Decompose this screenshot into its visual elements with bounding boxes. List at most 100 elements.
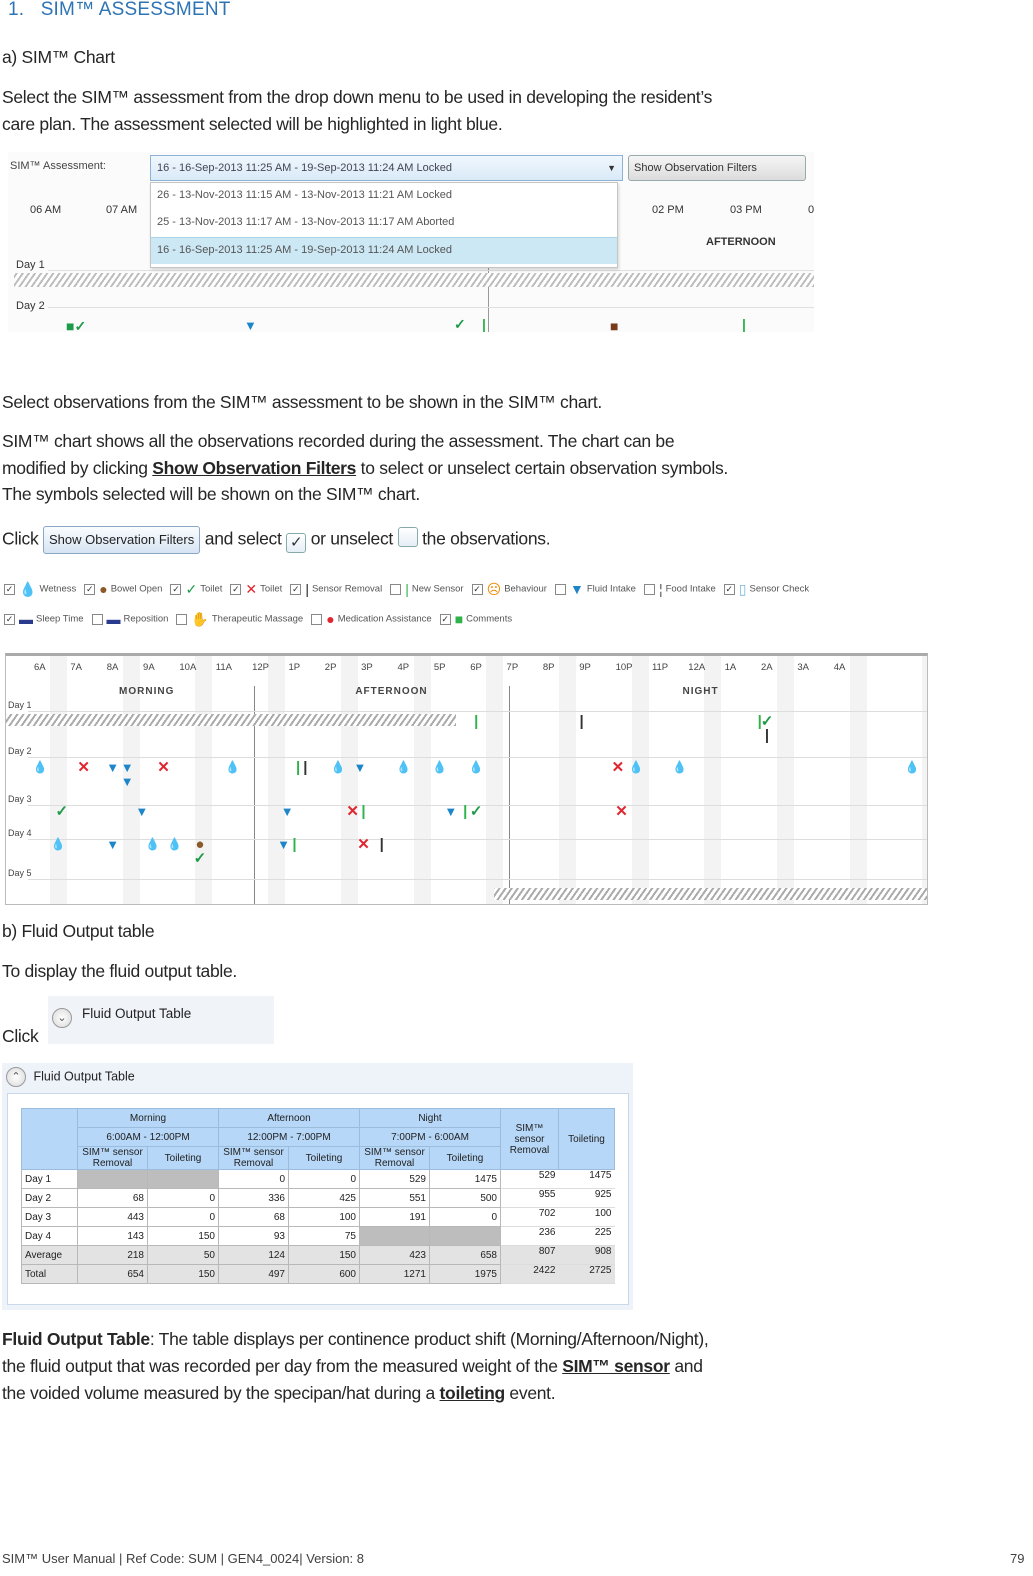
cup-icon[interactable]: ▼ xyxy=(277,837,290,852)
x-tick-label: 10A xyxy=(179,662,197,673)
cup-icon[interactable]: ▼ xyxy=(106,760,119,775)
filter-item[interactable]: ✓ ▬ Sleep Time xyxy=(4,612,84,626)
filter-item[interactable]: ✓ 💧 Wetness xyxy=(4,582,76,596)
unchecked-checkbox[interactable] xyxy=(643,583,655,595)
checked-checkbox[interactable]: ✓ xyxy=(84,583,96,595)
row-label: Average xyxy=(21,1245,78,1265)
x-mark-icon[interactable]: ✕ xyxy=(346,804,359,819)
filter-item[interactable]: ✓ ● Bowel Open xyxy=(84,582,162,596)
checked-checkbox[interactable]: ✓ xyxy=(290,583,302,595)
show-observation-filters-link[interactable]: Show Observation Filters xyxy=(152,458,356,478)
toileting-link[interactable]: toileting xyxy=(440,1383,506,1403)
cup-icon[interactable]: ▼ xyxy=(353,760,366,775)
fluid-output-table-toggle[interactable]: ⌄ Fluid Output Table xyxy=(48,996,274,1044)
table-cell: 191 xyxy=(359,1207,430,1227)
filter-item[interactable]: ✓ ✕ Toilet xyxy=(230,582,282,596)
assessment-option[interactable]: 25 - 13-Nov-2013 11:17 AM - 13-Nov-2013 … xyxy=(151,210,617,237)
filter-item[interactable]: ✓ | Sensor Removal xyxy=(290,582,382,596)
unchecked-checkbox[interactable] xyxy=(554,583,566,595)
assessment-option[interactable]: 26 - 13-Nov-2013 11:15 AM - 13-Nov-2013 … xyxy=(151,183,617,210)
water-drop-icon[interactable]: 💧 xyxy=(331,760,346,775)
sensor-removal-bar-icon[interactable]: | xyxy=(303,760,307,775)
new-sensor-bar-icon[interactable]: | xyxy=(463,804,467,819)
new-sensor-bar-icon[interactable]: | xyxy=(296,760,300,775)
table-cell: 0 xyxy=(147,1207,219,1227)
new-sensor-bar-icon[interactable]: | xyxy=(361,804,365,819)
unchecked-checkbox[interactable] xyxy=(91,613,103,625)
check-mark-icon[interactable]: ✓ xyxy=(470,804,483,819)
cup-icon[interactable]: ▼ xyxy=(135,804,148,819)
check-mark-icon[interactable]: ✓ xyxy=(56,804,69,819)
x-tick-label: 11A xyxy=(215,662,232,673)
observation-filter-legend: ✓ 💧 Wetness ✓ ● Bowel Open ✓ ✓ Toilet ✓ ✕ Toilet ✓ | S… xyxy=(4,582,914,642)
checked-checkbox-icon[interactable]: ✓ xyxy=(286,532,307,553)
row-label: Day 3 xyxy=(21,1207,78,1227)
checked-checkbox[interactable]: ✓ xyxy=(230,583,242,595)
assessment-select[interactable]: 16 - 16-Sep-2013 11:25 AM - 19-Sep-2013 … xyxy=(150,155,623,181)
text-run: Click xyxy=(2,528,39,549)
water-drop-icon[interactable]: 💧 xyxy=(145,837,160,852)
cup-icon[interactable]: ▼ xyxy=(121,774,134,789)
checked-checkbox[interactable]: ✓ xyxy=(471,583,483,595)
x-mark-icon[interactable]: ✕ xyxy=(612,760,625,775)
filter-item[interactable]: ✓ ☹ Behaviour xyxy=(471,582,547,596)
sim-sensor-link[interactable]: SIM™ sensor xyxy=(562,1356,670,1376)
checked-checkbox[interactable]: ✓ xyxy=(4,583,15,595)
sensor-removal-bar-icon[interactable]: | xyxy=(580,714,584,729)
water-drop-icon[interactable]: 💧 xyxy=(51,837,66,852)
water-drop-icon[interactable]: 💧 xyxy=(225,760,240,775)
water-drop-icon[interactable]: 💧 xyxy=(469,760,484,775)
assessment-option-selected[interactable]: 16 - 16-Sep-2013 11:25 AM - 19-Sep-2013 … xyxy=(151,237,617,264)
filter-item[interactable]: | New Sensor xyxy=(390,582,464,596)
filter-item[interactable]: ● Medication Assistance xyxy=(311,612,432,626)
cup-icon[interactable]: ▼ xyxy=(106,837,119,852)
x-tick-label: 6P xyxy=(470,662,482,673)
cup-icon[interactable]: ▼ xyxy=(444,804,457,819)
filter-item[interactable]: ✓ ■ Comments xyxy=(439,612,512,626)
hour-stripe xyxy=(849,656,867,904)
water-drop-icon[interactable]: 💧 xyxy=(33,760,48,775)
filter-item[interactable]: ▬ Reposition xyxy=(91,612,168,626)
filter-label: Behaviour xyxy=(504,583,547,595)
chevron-down-circle-icon[interactable]: ⌄ xyxy=(52,1008,72,1028)
filter-item[interactable]: ✓ ✓ Toilet xyxy=(170,582,222,596)
sensor-removal-bar-icon[interactable]: | xyxy=(765,728,769,743)
checked-checkbox[interactable]: ✓ xyxy=(170,583,182,595)
table-header-row: Morning Afternoon Night SIM™ sensor Remo… xyxy=(21,1108,615,1170)
table-cell: 551 xyxy=(359,1188,430,1208)
fluid-output-table-header[interactable]: ⌃ Fluid Output Table xyxy=(6,1067,135,1087)
checked-checkbox[interactable]: ✓ xyxy=(439,613,451,625)
new-sensor-bar-icon[interactable]: | xyxy=(474,714,478,729)
grid-line xyxy=(28,757,927,758)
check-mark-icon: ✓ xyxy=(185,581,198,597)
table-cell: 68 xyxy=(77,1188,148,1208)
cup-icon[interactable]: ▼ xyxy=(121,760,134,775)
filter-item[interactable]: ✋ Therapeutic Massage xyxy=(176,612,303,626)
filter-item[interactable]: ✓ ▯ Sensor Check xyxy=(723,582,809,596)
x-mark-icon[interactable]: ✕ xyxy=(157,760,170,775)
unchecked-checkbox[interactable] xyxy=(311,613,323,625)
water-drop-icon[interactable]: 💧 xyxy=(396,760,411,775)
filter-item[interactable]: ▼ Fluid Intake xyxy=(554,582,636,596)
water-drop-icon[interactable]: 💧 xyxy=(905,760,920,775)
water-drop-icon[interactable]: 💧 xyxy=(672,760,687,775)
new-sensor-bar-icon[interactable]: | xyxy=(292,837,296,852)
filter-item[interactable]: ¦ Food Intake xyxy=(643,582,716,596)
check-mark-icon[interactable]: ✓ xyxy=(194,851,207,866)
water-drop-icon[interactable]: 💧 xyxy=(629,760,644,775)
unchecked-checkbox-icon[interactable] xyxy=(397,526,418,547)
water-drop-icon[interactable]: 💧 xyxy=(167,837,182,852)
cup-icon[interactable]: ▼ xyxy=(281,804,294,819)
show-observation-filters-button[interactable]: Show Observation Filters xyxy=(42,526,201,554)
checked-checkbox[interactable]: ✓ xyxy=(723,583,735,595)
unchecked-checkbox[interactable] xyxy=(390,583,402,595)
unchecked-checkbox[interactable] xyxy=(176,613,188,625)
checked-checkbox[interactable]: ✓ xyxy=(4,613,15,625)
water-drop-icon[interactable]: 💧 xyxy=(432,760,447,775)
x-mark-icon[interactable]: ✕ xyxy=(615,804,628,819)
chevron-up-circle-icon[interactable]: ⌃ xyxy=(6,1067,26,1087)
show-observation-filters-button[interactable]: Show Observation Filters xyxy=(628,155,806,181)
x-mark-icon[interactable]: ✕ xyxy=(357,837,370,852)
sensor-removal-bar-icon[interactable]: | xyxy=(380,837,384,852)
x-mark-icon[interactable]: ✕ xyxy=(77,760,90,775)
